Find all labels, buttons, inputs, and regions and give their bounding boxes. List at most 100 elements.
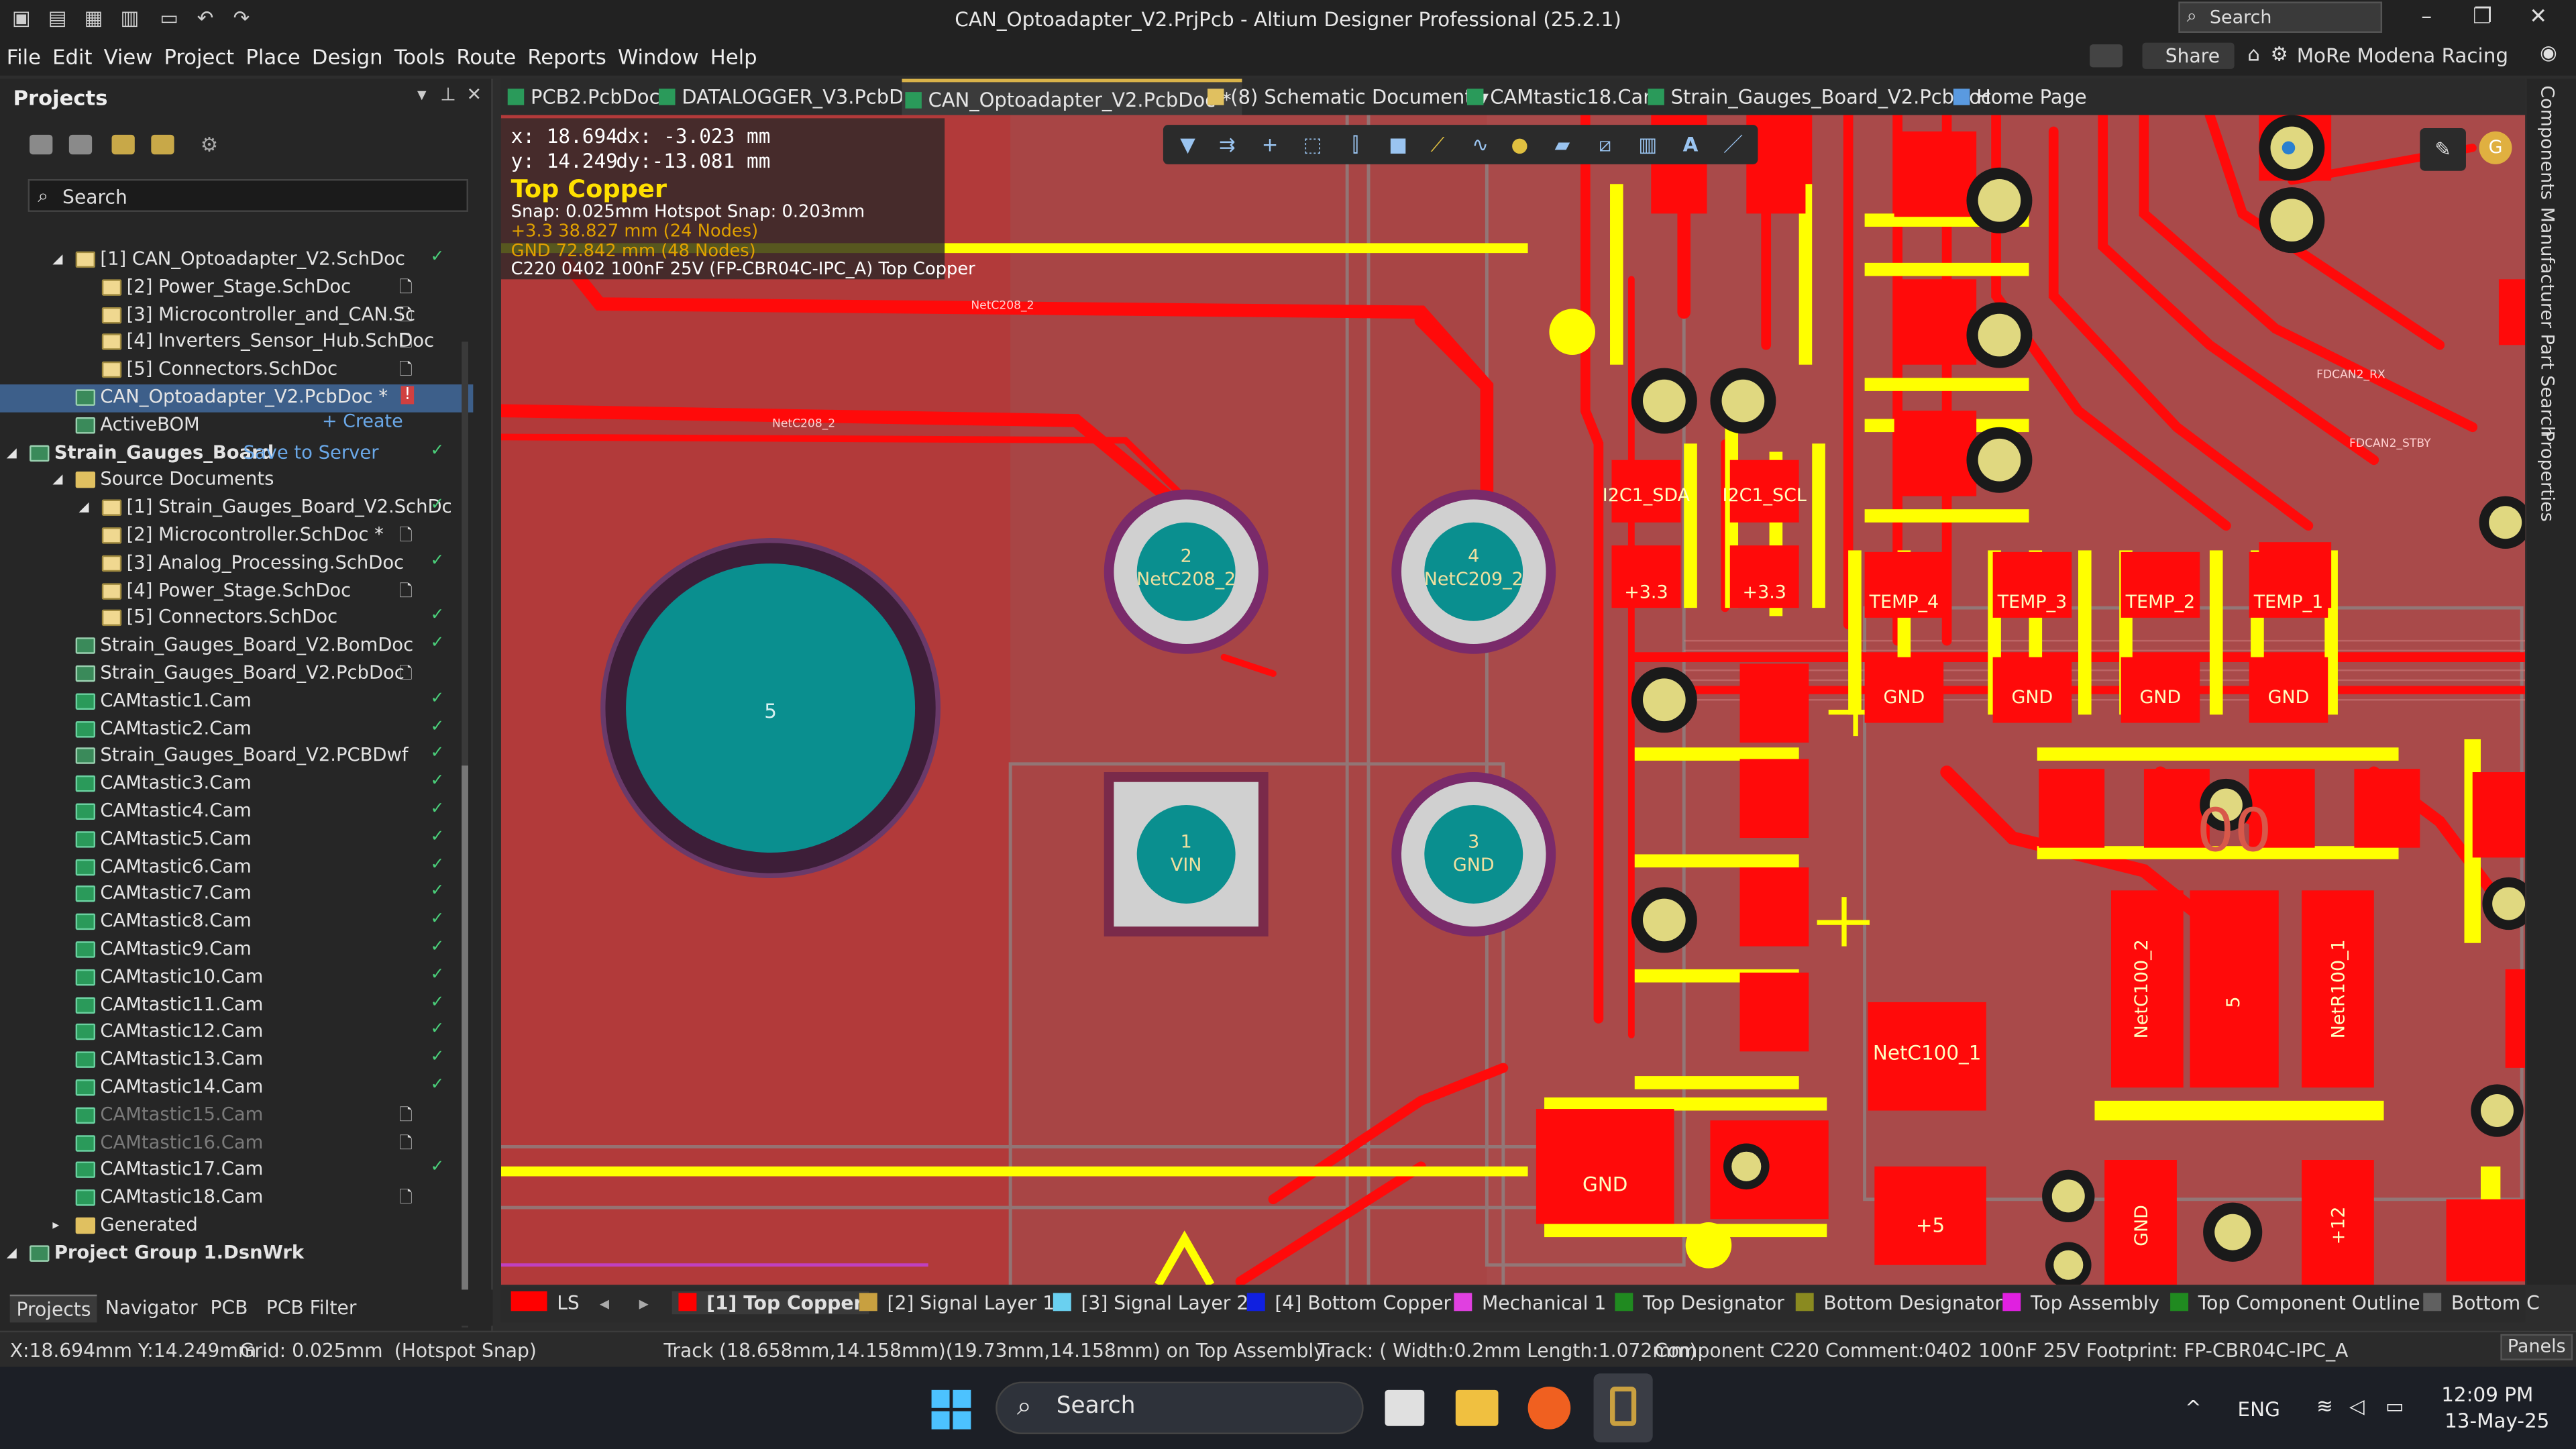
panel-close-icon[interactable]: ✕ xyxy=(467,84,482,105)
menu-view[interactable]: View xyxy=(97,40,158,69)
doc-tab-home[interactable]: Home Page xyxy=(1950,79,2087,115)
projects-search-input[interactable]: ⌕ Search xyxy=(28,178,468,212)
tree-item[interactable]: [2] Microcontroller.SchDoc * 🗋 xyxy=(0,523,473,550)
tree-item[interactable]: CAMtastic2.Cam ✓ xyxy=(0,716,473,743)
layer-next-icon[interactable]: ▸ xyxy=(639,1291,649,1314)
global-search-input[interactable]: ⌕ Search xyxy=(2178,1,2383,33)
open-project-icon[interactable] xyxy=(111,134,135,155)
menu-design[interactable]: Design xyxy=(305,40,388,69)
layer-tab-top-copper[interactable]: [1] Top Copper xyxy=(672,1291,870,1315)
volume-icon[interactable]: ◁ xyxy=(2349,1395,2365,1417)
taskbar-search[interactable]: ⌕ Search xyxy=(996,1381,1364,1434)
user-icon[interactable]: ◉ xyxy=(2540,41,2557,64)
menu-help[interactable]: Help xyxy=(704,40,762,69)
expand-toggle-icon[interactable]: ◢ xyxy=(7,1245,17,1260)
clock-time[interactable]: 12:09 PM xyxy=(2441,1383,2533,1406)
tree-item[interactable]: [4] Inverters_Sensor_Hub.SchDoc 🗋 xyxy=(0,329,473,357)
tree-item[interactable]: [5] Connectors.SchDoc 🗋 xyxy=(0,357,473,384)
tree-item[interactable]: Strain_Gauges_Board_V2.PCBDwf ✓ xyxy=(0,743,473,771)
tree-item[interactable]: CAN_Optoadapter_V2.PcbDoc *! xyxy=(0,384,474,413)
tree-item[interactable]: CAMtastic8.Cam ✓ xyxy=(0,909,473,936)
create-link[interactable]: + Create xyxy=(322,411,403,432)
layer-tab-bottom[interactable]: Bottom C xyxy=(2423,1291,2540,1314)
layer-set-toggle[interactable]: LS xyxy=(511,1291,580,1314)
doc-tab-camtastic18[interactable]: CAMtastic18.Cam xyxy=(1464,79,1662,115)
tree-item[interactable]: ◢ Strain_Gauges_Board Save to Server ✓ xyxy=(0,439,473,467)
layer-tab-mechanical-1[interactable]: Mechanical 1 xyxy=(1454,1291,1606,1314)
pcb-canvas[interactable]: 5 2 NetC208_2 4 NetC209_2 1 VIN 3 GND Ne… xyxy=(500,115,2526,1285)
account-name[interactable]: MoRe Modena Racing xyxy=(2297,44,2508,67)
panel-menu-icon[interactable]: ▾ xyxy=(417,84,427,105)
via-icon[interactable]: ● xyxy=(1508,133,1531,156)
start-icon[interactable] xyxy=(931,1389,971,1430)
layer-tab-bottom-designator[interactable]: Bottom Designator xyxy=(1795,1291,2002,1314)
tree-item[interactable]: CAMtastic13.Cam ✓ xyxy=(0,1046,473,1074)
firefox-icon[interactable] xyxy=(1527,1386,1571,1430)
align-icon[interactable]: ⫿ xyxy=(1344,133,1366,156)
tree-item[interactable]: CAMtastic3.Cam ✓ xyxy=(0,771,473,798)
minimize-button[interactable]: – xyxy=(2402,5,2451,30)
tree-item[interactable]: CAMtastic16.Cam 🗋 xyxy=(0,1130,473,1157)
polygon-icon[interactable]: ▰ xyxy=(1551,133,1574,156)
task-view-icon[interactable] xyxy=(1385,1389,1425,1426)
close-project-icon[interactable] xyxy=(151,134,174,155)
layer-tab-signal-1[interactable]: [2] Signal Layer 1 xyxy=(859,1291,1055,1314)
line-icon[interactable]: ／ xyxy=(1722,133,1745,156)
tab-pcb-filter[interactable]: PCB Filter xyxy=(260,1295,363,1321)
pin-icon[interactable]: ⊥ xyxy=(440,84,455,105)
tree-item[interactable]: ◢ [1] Strain_Gauges_Board_V2.SchDc ✓ xyxy=(0,495,473,523)
tree-item[interactable]: CAMtastic14.Cam ✓ xyxy=(0,1075,473,1102)
edit-pencil-icon[interactable]: ✎ xyxy=(2420,128,2466,171)
tree-item[interactable]: CAMtastic7.Cam ✓ xyxy=(0,881,473,909)
battery-icon[interactable]: ▭ xyxy=(2385,1395,2404,1417)
tab-pcb[interactable]: PCB xyxy=(204,1295,255,1321)
filter-icon[interactable]: ▼ xyxy=(1176,133,1199,156)
wifi-icon[interactable]: ≋ xyxy=(2316,1395,2333,1417)
layer-tab-top-assembly[interactable]: Top Assembly xyxy=(2002,1291,2159,1314)
doc-tab-pcb2[interactable]: PCB2.PcbDoc xyxy=(504,79,659,115)
tree-item[interactable]: [4] Power_Stage.SchDoc 🗋 xyxy=(0,578,473,605)
menu-tools[interactable]: Tools xyxy=(388,40,450,69)
tree-item[interactable]: CAMtastic17.Cam ✓ xyxy=(0,1157,473,1185)
expand-toggle-icon[interactable]: ◢ xyxy=(52,472,62,487)
tree-item[interactable]: Strain_Gauges_Board_V2.BomDoc ✓ xyxy=(0,633,473,660)
tree-item[interactable]: [3] Microcontroller_and_CAN.Sc 🗋 xyxy=(0,302,473,329)
doc-tab-strain-gauges[interactable]: Strain_Gauges_Board_V2.PcbDoc xyxy=(1644,79,1992,115)
doc-tab-can-optoadapter[interactable]: CAN_Optoadapter_V2.PcbDoc * xyxy=(902,78,1242,115)
share-button[interactable]: Share xyxy=(2142,42,2235,69)
expand-toggle-icon[interactable]: ◢ xyxy=(79,500,89,515)
maximize-button[interactable]: ❐ xyxy=(2458,5,2507,30)
panels-button[interactable]: Panels xyxy=(2500,1334,2573,1360)
chevron-up-icon[interactable]: ^ xyxy=(2185,1397,2202,1419)
expand-toggle-icon[interactable]: ◢ xyxy=(52,252,62,266)
doc-tab-datalogger[interactable]: DATALOGGER_V3.PcbDoc xyxy=(655,79,926,115)
menu-project[interactable]: Project xyxy=(158,40,239,69)
interactive-route-icon[interactable]: ⟋ xyxy=(1426,133,1449,156)
panel-tab-components[interactable]: Components xyxy=(2536,85,2558,199)
language-indicator[interactable]: ENG xyxy=(2238,1398,2280,1421)
tree-item[interactable]: CAMtastic5.Cam ✓ xyxy=(0,826,473,853)
layer-tab-top-component-outline[interactable]: Top Component Outline xyxy=(2170,1291,2420,1314)
menu-file[interactable]: File xyxy=(0,40,46,69)
tab-projects[interactable]: Projects xyxy=(9,1294,98,1323)
project-options-icon[interactable] xyxy=(68,134,93,155)
dimension-icon[interactable]: ⧄ xyxy=(1594,133,1617,156)
panel-tab-manufacturer[interactable]: Manufacturer Part Search xyxy=(2536,207,2558,437)
tree-item[interactable]: CAMtastic15.Cam 🗋 xyxy=(0,1102,473,1130)
user-badge-icon[interactable]: G xyxy=(2479,131,2512,164)
tab-navigator[interactable]: Navigator xyxy=(99,1295,204,1321)
chart-icon[interactable]: ▥ xyxy=(1636,133,1659,156)
clock-date[interactable]: 13-May-25 xyxy=(2445,1409,2549,1432)
layer-tab-signal-2[interactable]: [3] Signal Layer 2 xyxy=(1053,1291,1248,1314)
expand-toggle-icon[interactable]: ▸ xyxy=(52,1218,59,1232)
tree-item[interactable]: CAMtastic1.Cam ✓ xyxy=(0,688,473,716)
tree-item[interactable]: ◢ Source Documents xyxy=(0,467,473,494)
layer-tab-top-designator[interactable]: Top Designator xyxy=(1615,1291,1784,1314)
gear-icon[interactable]: ⚙ xyxy=(2271,43,2288,66)
select-rect-icon[interactable]: ⬚ xyxy=(1301,133,1324,156)
save-project-icon[interactable] xyxy=(30,134,53,155)
panel-tab-properties[interactable]: Properties xyxy=(2536,431,2558,522)
menu-window[interactable]: Window xyxy=(611,40,704,69)
close-button[interactable]: ✕ xyxy=(2514,5,2563,30)
tree-item[interactable]: ◢ Project Group 1.DsnWrk xyxy=(0,1240,473,1267)
